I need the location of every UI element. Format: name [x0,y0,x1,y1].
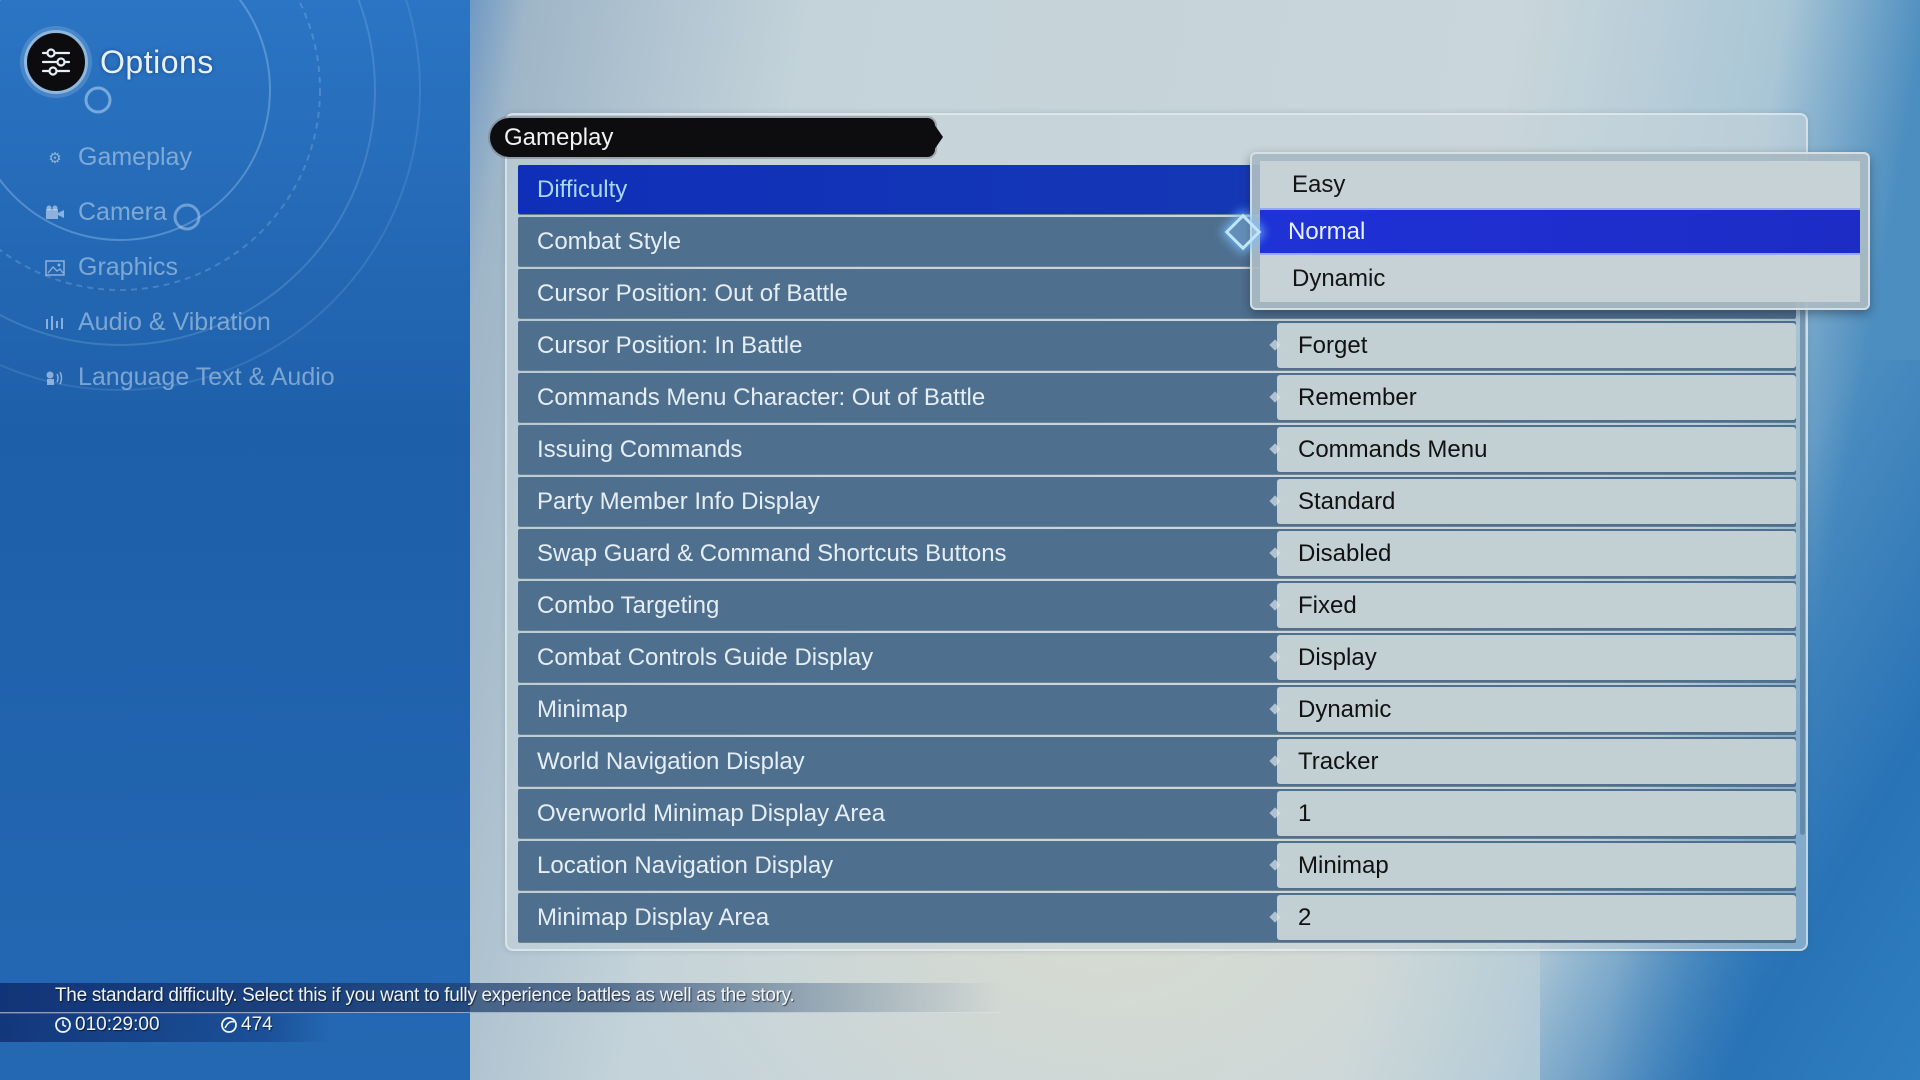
sidebar-item-label: Camera [78,198,167,226]
setting-label: Combo Targeting [537,592,720,619]
difficulty-dropdown: Easy Normal Dynamic [1250,152,1870,310]
sidebar-item-language-text-audio[interactable]: Language Text & Audio [44,350,335,405]
currency: 474 [220,1014,273,1036]
sidebar-item-label: Graphics [78,253,179,281]
sidebar-item-gameplay[interactable]: ⚙ Gameplay [44,130,335,185]
currency-value: 474 [241,1014,273,1035]
setting-label: Combat Style [537,228,682,255]
dropdown-option-dynamic[interactable]: Dynamic [1260,255,1860,302]
sidebar-item-audio-vibration[interactable]: Audio & Vibration [44,295,335,350]
setting-row-combat-controls-guide[interactable]: Combat Controls Guide Display Display [518,633,1796,682]
setting-row-world-navigation-display[interactable]: World Navigation Display Tracker [518,737,1796,786]
setting-row-party-member-info-display[interactable]: Party Member Info Display Standard [518,477,1796,526]
setting-label: Cursor Position: In Battle [537,332,803,359]
section-tab-gameplay: Gameplay [490,118,943,157]
setting-label: Swap Guard & Command Shortcuts Buttons [537,540,1007,567]
clock-icon [55,1017,71,1033]
setting-value[interactable]: 1 [1277,791,1796,836]
sidebar-item-label: Language Text & Audio [78,363,335,391]
camera-icon [44,203,66,223]
setting-label: Issuing Commands [537,436,743,463]
setting-label: Difficulty [537,176,628,203]
setting-row-swap-guard-shortcuts[interactable]: Swap Guard & Command Shortcuts Buttons D… [518,529,1796,578]
setting-row-location-navigation-display[interactable]: Location Navigation Display Minimap [518,841,1796,890]
play-time: 010:29:00 [54,1014,160,1036]
setting-value[interactable]: Standard [1277,479,1796,524]
play-time-value: 010:29:00 [75,1014,160,1035]
setting-label: Party Member Info Display [537,488,820,515]
setting-label: Combat Controls Guide Display [537,644,874,671]
setting-label: Commands Menu Character: Out of Battle [537,384,986,411]
setting-value[interactable]: Fixed [1277,583,1796,628]
sliders-icon [24,30,88,94]
dropdown-option-normal[interactable]: Normal [1260,208,1860,255]
setting-value[interactable]: Forget [1277,323,1796,368]
sidebar: ⚙ Gameplay Camera Graphics Audio & Vibra… [44,130,335,405]
sidebar-item-label: Gameplay [78,143,192,171]
options-header: Options [24,30,214,94]
setting-row-combo-targeting[interactable]: Combo Targeting Fixed [518,581,1796,630]
setting-label: Overworld Minimap Display Area [537,800,886,827]
speaker-person-icon [44,368,66,388]
setting-label: Cursor Position: Out of Battle [537,280,848,307]
stats-bar [0,1014,330,1042]
image-icon [44,258,66,278]
setting-value[interactable]: 2 [1277,895,1796,940]
setting-value[interactable]: Tracker [1277,739,1796,784]
setting-label: Location Navigation Display [537,852,834,879]
sidebar-item-label: Audio & Vibration [78,308,271,336]
audio-bars-icon [44,313,66,333]
setting-row-commands-menu-character[interactable]: Commands Menu Character: Out of Battle R… [518,373,1796,422]
help-text: The standard difficulty. Select this if … [55,985,795,1006]
setting-row-overworld-minimap-area[interactable]: Overworld Minimap Display Area 1 [518,789,1796,838]
sidebar-item-graphics[interactable]: Graphics [44,240,335,295]
gears-icon: ⚙ [48,149,62,167]
scrollbar[interactable] [1800,235,1805,835]
page-title: Options [100,43,214,80]
dropdown-option-easy[interactable]: Easy [1260,161,1860,208]
gil-icon [221,1017,237,1033]
setting-row-minimap-display-area[interactable]: Minimap Display Area 2 [518,893,1796,942]
setting-value[interactable]: Dynamic [1277,687,1796,732]
sidebar-item-camera[interactable]: Camera [44,185,335,240]
setting-value[interactable]: Minimap [1277,843,1796,888]
setting-label: Minimap Display Area [537,904,770,931]
setting-row-cursor-position-in-battle[interactable]: Cursor Position: In Battle Forget [518,321,1796,370]
setting-label: World Navigation Display [537,748,805,775]
setting-row-minimap[interactable]: Minimap Dynamic [518,685,1796,734]
setting-value[interactable]: Disabled [1277,531,1796,576]
setting-value[interactable]: Remember [1277,375,1796,420]
setting-value[interactable]: Display [1277,635,1796,680]
setting-value[interactable]: Commands Menu [1277,427,1796,472]
setting-label: Minimap [537,696,628,723]
setting-row-issuing-commands[interactable]: Issuing Commands Commands Menu [518,425,1796,474]
